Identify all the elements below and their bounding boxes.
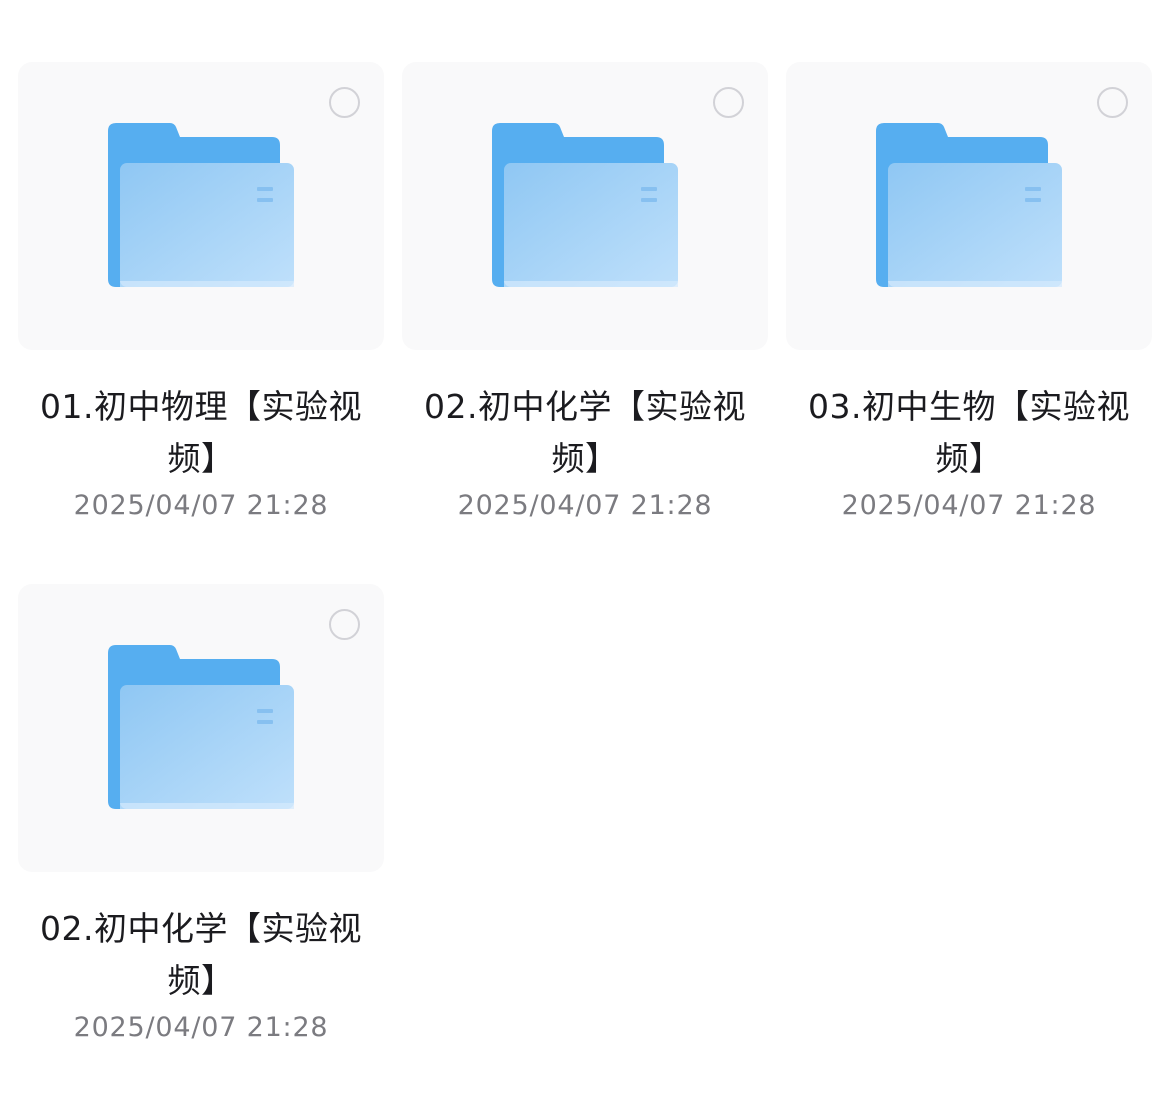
folder-thumbnail[interactable] [786,62,1152,350]
select-checkbox[interactable] [329,87,360,118]
select-checkbox[interactable] [713,87,744,118]
folder-icon [108,645,294,809]
folder-name: 01.初中物理【实验视频】 [40,387,362,478]
folder-item[interactable]: 01.初中物理【实验视频】 2025/04/07 21:28 [18,62,384,550]
folder-icon [492,123,678,287]
folder-date: 2025/04/07 21:28 [73,490,329,521]
folder-name: 03.初中生物【实验视频】 [808,387,1130,478]
folder-thumbnail[interactable] [18,584,384,872]
folder-name: 02.初中化学【实验视频】 [40,909,362,1000]
folder-date: 2025/04/07 21:28 [457,490,713,521]
folder-date: 2025/04/07 21:28 [841,490,1097,521]
folder-thumbnail[interactable] [402,62,768,350]
folder-item[interactable]: 03.初中生物【实验视频】 2025/04/07 21:28 [786,62,1152,550]
select-checkbox[interactable] [1097,87,1128,118]
folder-icon [876,123,1062,287]
folder-name: 02.初中化学【实验视频】 [424,387,746,478]
folder-item[interactable]: 02.初中化学【实验视频】 2025/04/07 21:28 [18,584,384,1072]
select-checkbox[interactable] [329,609,360,640]
folder-grid: 01.初中物理【实验视频】 2025/04/07 21:28 02.初中化学【实… [18,62,1152,1072]
folder-item[interactable]: 02.初中化学【实验视频】 2025/04/07 21:28 [402,62,768,550]
folder-date: 2025/04/07 21:28 [73,1012,329,1043]
folder-icon [108,123,294,287]
folder-thumbnail[interactable] [18,62,384,350]
